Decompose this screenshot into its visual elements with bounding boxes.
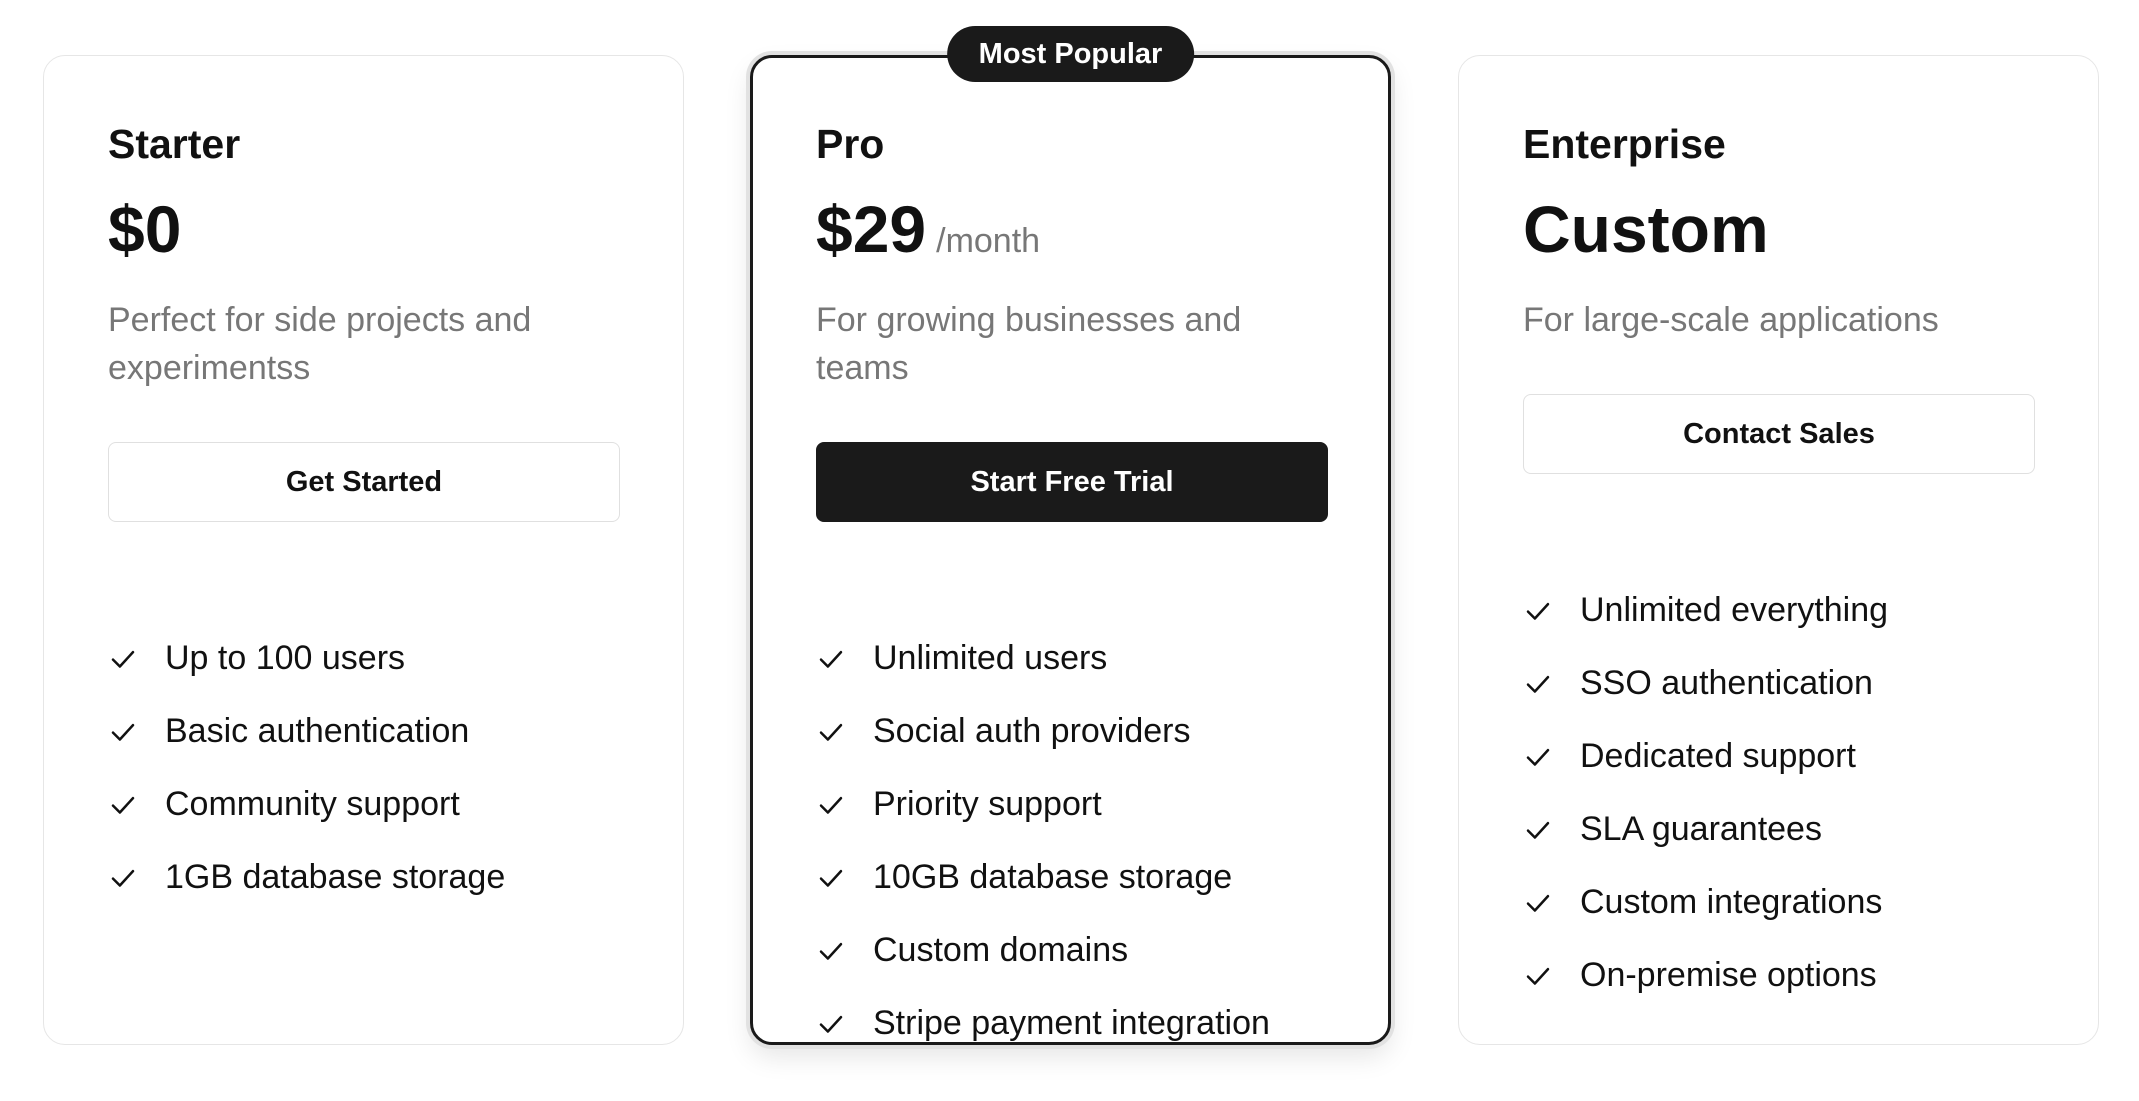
plan-name: Starter bbox=[108, 121, 241, 167]
feature-item: 10GB database storage bbox=[816, 841, 1270, 914]
plan-price: Custom bbox=[1523, 192, 1769, 266]
feature-label: Social auth providers bbox=[873, 712, 1191, 750]
most-popular-badge: Most Popular bbox=[946, 26, 1195, 82]
feature-label: Up to 100 users bbox=[165, 639, 406, 677]
check-icon bbox=[819, 796, 843, 814]
feature-item: On-premise options bbox=[1523, 939, 1888, 1012]
check-icon bbox=[1526, 967, 1550, 985]
price-row: Custom bbox=[1523, 196, 1769, 262]
plan-name: Pro bbox=[816, 121, 885, 167]
pricing-card-enterprise: Enterprise Custom For large-scale applic… bbox=[1458, 55, 2099, 1045]
price-row: $0 bbox=[108, 196, 181, 262]
feature-label: Custom domains bbox=[873, 931, 1129, 969]
feature-label: 1GB database storage bbox=[165, 858, 506, 896]
plan-description: For large-scale applications bbox=[1523, 301, 1939, 339]
check-icon bbox=[111, 796, 135, 814]
feature-label: Custom integrations bbox=[1580, 883, 1883, 921]
check-icon bbox=[111, 723, 135, 741]
contact-sales-button[interactable]: Contact Sales bbox=[1523, 394, 2035, 474]
check-icon bbox=[1526, 821, 1550, 839]
feature-label: Unlimited everything bbox=[1580, 591, 1889, 629]
feature-item: Basic authentication bbox=[108, 695, 505, 768]
get-started-button[interactable]: Get Started bbox=[108, 442, 620, 522]
feature-label: Priority support bbox=[873, 785, 1102, 823]
feature-item: Social auth providers bbox=[816, 695, 1270, 768]
feature-label: SLA guarantees bbox=[1580, 810, 1822, 848]
feature-label: Stripe payment integration bbox=[873, 1004, 1270, 1042]
feature-label: Community support bbox=[165, 785, 460, 823]
check-icon bbox=[819, 650, 843, 668]
feature-label: 10GB database storage bbox=[873, 858, 1233, 896]
feature-label: Unlimited users bbox=[873, 639, 1108, 677]
check-icon bbox=[1526, 602, 1550, 620]
plan-name: Enterprise bbox=[1523, 121, 1726, 167]
feature-item: Dedicated support bbox=[1523, 720, 1888, 793]
feature-label: On-premise options bbox=[1580, 956, 1877, 994]
plan-price: $0 bbox=[108, 192, 182, 266]
check-icon bbox=[819, 869, 843, 887]
plan-description: For growing businesses and teams bbox=[816, 301, 1242, 387]
feature-item: Up to 100 users bbox=[108, 622, 505, 695]
check-icon bbox=[111, 650, 135, 668]
feature-label: Basic authentication bbox=[165, 712, 470, 750]
feature-item: SSO authentication bbox=[1523, 647, 1888, 720]
check-icon bbox=[819, 723, 843, 741]
check-icon bbox=[819, 942, 843, 960]
feature-list: Unlimited everything SSO authentication … bbox=[1523, 574, 1888, 1012]
check-icon bbox=[1526, 748, 1550, 766]
feature-label: SSO authentication bbox=[1580, 664, 1873, 702]
feature-item: Community support bbox=[108, 768, 505, 841]
billing-period: /month bbox=[936, 222, 1041, 260]
feature-item: SLA guarantees bbox=[1523, 793, 1888, 866]
feature-item: Unlimited everything bbox=[1523, 574, 1888, 647]
feature-item: Custom domains bbox=[816, 914, 1270, 987]
feature-item: Custom integrations bbox=[1523, 866, 1888, 939]
pricing-card-starter: Starter $0 Perfect for side projects and… bbox=[43, 55, 684, 1045]
plan-price: $29 bbox=[816, 192, 927, 266]
check-icon bbox=[1526, 675, 1550, 693]
start-free-trial-button[interactable]: Start Free Trial bbox=[816, 442, 1328, 522]
feature-list: Unlimited users Social auth providers Pr… bbox=[816, 622, 1270, 1060]
feature-item: 1GB database storage bbox=[108, 841, 505, 914]
feature-item: Priority support bbox=[816, 768, 1270, 841]
feature-label: Dedicated support bbox=[1580, 737, 1856, 775]
feature-item: Unlimited users bbox=[816, 622, 1270, 695]
pricing-card-pro: Most Popular Pro $29 /month For growing … bbox=[750, 26, 1391, 1045]
feature-item: Stripe payment integration bbox=[816, 987, 1270, 1060]
check-icon bbox=[111, 869, 135, 887]
feature-list: Up to 100 users Basic authentication Com… bbox=[108, 622, 505, 914]
price-row: $29 /month bbox=[816, 196, 1040, 262]
check-icon bbox=[819, 1015, 843, 1033]
plan-description: Perfect for side projects and experiment… bbox=[108, 301, 532, 387]
check-icon bbox=[1526, 894, 1550, 912]
